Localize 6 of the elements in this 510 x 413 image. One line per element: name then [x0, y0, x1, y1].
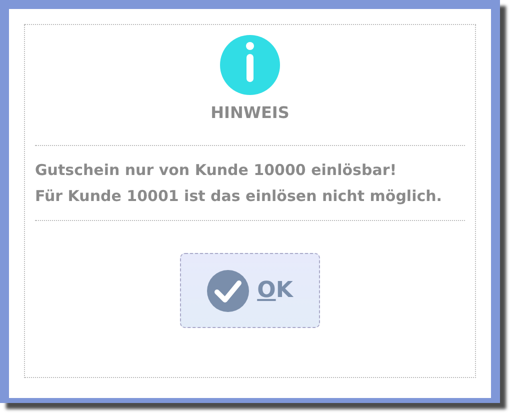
checkmark-icon — [207, 270, 250, 312]
info-icon — [220, 35, 280, 95]
dialog-title: HINWEIS — [210, 102, 290, 124]
message-line: Gutschein nur von Kunde 10000 einlösbar! — [35, 160, 398, 180]
message-line: Für Kunde 10001 ist das einlösen nicht möglich. — [35, 186, 443, 206]
ok-button[interactable]: OK — [180, 253, 320, 328]
